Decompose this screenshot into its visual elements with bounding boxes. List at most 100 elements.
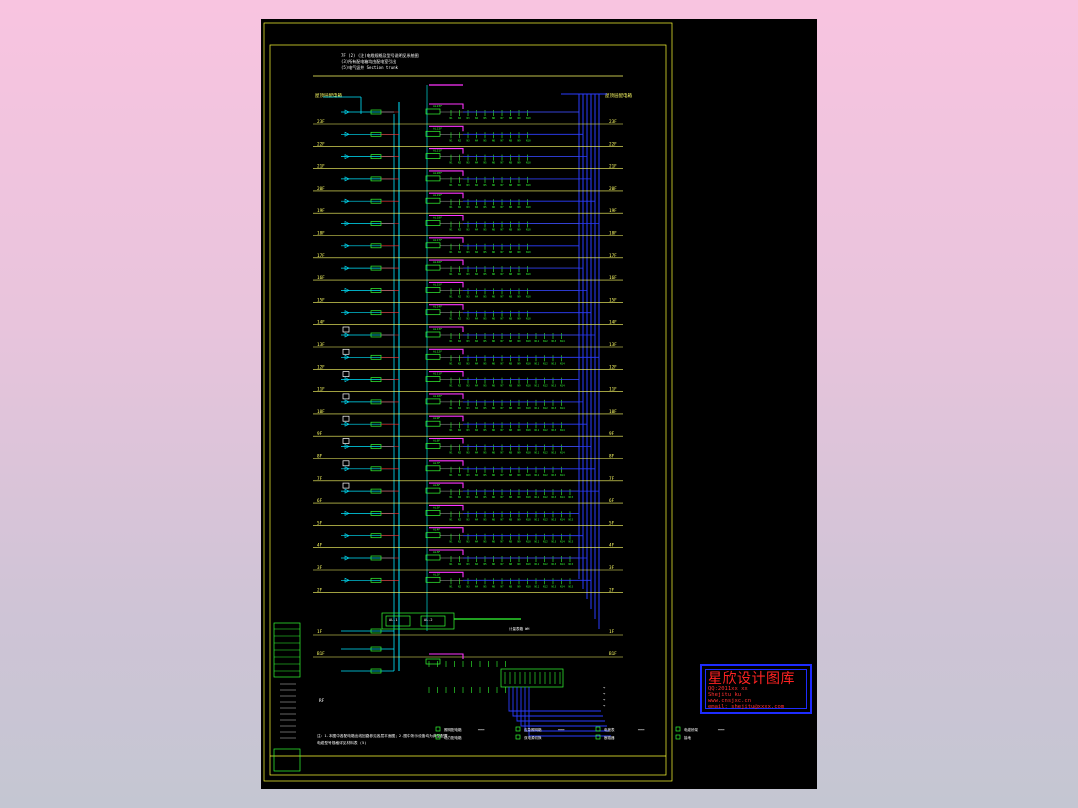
circuit-label-11F-9: N10 — [526, 384, 531, 388]
panel-box-2F — [425, 576, 441, 583]
circuit-label-2F-6: N7 — [501, 584, 505, 588]
circuit-label-4F-7: N8 — [509, 540, 513, 544]
panel-tag-18F: AL18F — [433, 216, 442, 220]
floor-label-left-2F: 2F — [317, 587, 323, 593]
circuit-label-20F-1: N2 — [458, 183, 462, 187]
floor-label-right-23F: 23F — [609, 119, 617, 125]
circuit-label-19F-2: N3 — [467, 205, 471, 209]
circuit-label-17F-3: N4 — [475, 250, 479, 254]
circuit-label-14F-9: N10 — [526, 317, 531, 321]
circuit-label-3F-14: N15 — [569, 562, 574, 566]
circuit-label-7F-10: N11 — [535, 473, 540, 477]
circuit-label-7F-4: N5 — [484, 473, 488, 477]
floor-label-right-12F: 12F — [609, 364, 617, 370]
circuit-label-9F-11: N12 — [543, 428, 548, 432]
panel-tag-11F: AL11F — [433, 372, 442, 376]
panel-box-22F — [425, 130, 441, 137]
circuit-label-17F-8: N9 — [518, 250, 522, 254]
panel-tag-6F: AL6F — [433, 483, 440, 487]
circuit-label-22F-6: N7 — [501, 138, 505, 142]
circuit-label-21F-6: N7 — [501, 161, 505, 165]
circuit-label-20F-5: N6 — [492, 183, 496, 187]
circuit-label-13F-6: N7 — [501, 339, 505, 343]
circuit-label-10F-4: N5 — [484, 406, 488, 410]
circuit-label-11F-4: N5 — [484, 384, 488, 388]
circuit-label-6F-10: N11 — [535, 495, 540, 499]
circuit-label-21F-3: N4 — [475, 161, 479, 165]
circuit-label-3F-0: N1 — [450, 562, 454, 566]
circuit-label-21F-7: N8 — [509, 161, 513, 165]
floor-label-1F-left: 1F — [317, 629, 323, 635]
circuit-label-5F-10: N11 — [535, 517, 540, 521]
floor-label-B1F-right: B1F — [609, 651, 617, 657]
panel-box-15F — [425, 287, 441, 293]
circuit-label-22F-9: N10 — [526, 138, 531, 142]
cad-drawing-viewport[interactable]: 7F (2) (注)电缆规格及型号说明见系统图 (3)所有配电箱均由配电室引出 … — [261, 19, 817, 789]
circuit-label-8F-3: N4 — [475, 451, 479, 455]
circuit-label-17F-9: N10 — [526, 250, 531, 254]
circuit-label-6F-12: N13 — [552, 495, 557, 499]
circuit-label-17F-1: N2 — [458, 250, 462, 254]
bottom-note: 注：1.本图中各配电箱出线回路参见各层平面图；2.图中所示设备均为典型配置 — [317, 733, 448, 738]
legend-text-1-0: 应急照明箱 — [524, 727, 542, 732]
circuit-label-8F-12: N13 — [552, 451, 557, 455]
circuit-label-7F-3: N4 — [475, 473, 479, 477]
circuit-label-16F-0: N1 — [450, 272, 454, 276]
circuit-label-16F-5: N6 — [492, 272, 496, 276]
circuit-label-13F-3: N4 — [475, 339, 479, 343]
circuit-label-4F-6: N7 — [501, 540, 505, 544]
panel-tag-4F: AL4F — [433, 528, 440, 532]
circuit-label-19F-5: N6 — [492, 205, 496, 209]
circuit-label-19F-1: N2 — [458, 205, 462, 209]
circuit-label-2F-12: N13 — [552, 584, 557, 588]
circuit-label-18F-0: N1 — [450, 228, 454, 232]
circuit-label-5F-12: N13 — [552, 517, 557, 521]
circuit-label-9F-5: N6 — [492, 428, 496, 432]
floor-label-right-17F: 17F — [609, 253, 617, 259]
circuit-label-2F-1: N2 — [458, 584, 462, 588]
circuit-label-6F-4: N5 — [484, 495, 488, 499]
legend-dash-0: ━━━ — [477, 728, 485, 732]
floor-label-left-15F: 15F — [317, 297, 325, 303]
circuit-label-3F-11: N12 — [543, 562, 548, 566]
circuit-label-16F-9: N10 — [526, 272, 531, 276]
circuit-label-13F-0: N1 — [450, 339, 454, 343]
circuit-label-10F-5: N6 — [492, 406, 496, 410]
circuit-label-23F-4: N5 — [484, 116, 488, 120]
circuit-label-12F-2: N3 — [467, 361, 471, 365]
panel-tag-5F: AL5F — [433, 505, 440, 509]
circuit-label-17F-4: N5 — [484, 250, 488, 254]
circuit-label-5F-9: N10 — [526, 517, 531, 521]
circuit-label-10F-3: N4 — [475, 406, 479, 410]
circuit-label-20F-7: N8 — [509, 183, 513, 187]
circuit-label-9F-8: N9 — [518, 428, 522, 432]
return-4 — [524, 687, 609, 732]
circuit-label-11F-2: N3 — [467, 384, 471, 388]
circuit-label-4F-10: N11 — [535, 540, 540, 544]
floor-label-right-7F: 7F — [609, 476, 615, 482]
circuit-label-7F-7: N8 — [509, 473, 513, 477]
circuit-label-3F-4: N5 — [484, 562, 488, 566]
circuit-label-18F-4: N5 — [484, 228, 488, 232]
circuit-label-4F-4: N5 — [484, 540, 488, 544]
floor-label-left-10F: 10F — [317, 409, 325, 415]
circuit-label-4F-11: N12 — [543, 540, 548, 544]
circuit-label-19F-7: N8 — [509, 205, 513, 209]
circuit-label-4F-12: N13 — [552, 540, 557, 544]
return-0 — [508, 687, 601, 712]
panel-box-21F — [425, 153, 441, 159]
panel-tag-22F: AL22F — [433, 126, 442, 130]
circuit-label-15F-6: N7 — [501, 294, 505, 298]
circuit-label-23F-6: N7 — [501, 116, 505, 120]
circuit-label-14F-6: N7 — [501, 317, 505, 321]
floor-label-right-11F: 11F — [609, 387, 617, 393]
panel-tag-23F: AL23F — [433, 104, 442, 108]
circuit-label-4F-1: N2 — [458, 540, 462, 544]
floor-label-left-6F: 6F — [317, 498, 323, 504]
legend-text-0-1: 动力配电箱 — [444, 735, 462, 740]
circuit-label-2F-5: N6 — [492, 584, 496, 588]
circuit-label-18F-5: N6 — [492, 228, 496, 232]
inner-frame — [269, 44, 667, 776]
circuit-label-10F-8: N9 — [518, 406, 522, 410]
circuit-label-20F-4: N5 — [484, 183, 488, 187]
